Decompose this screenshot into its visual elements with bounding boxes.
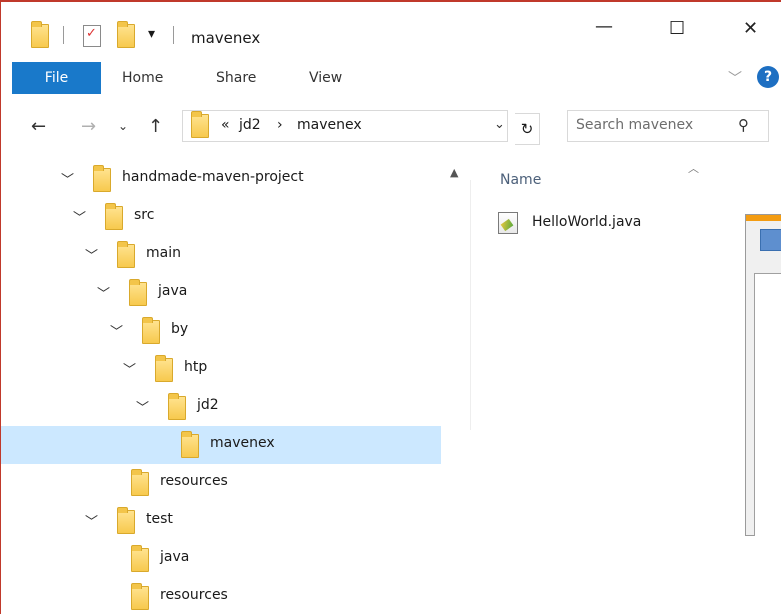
tree-item-java[interactable]: ﹀ java — [1, 274, 441, 312]
tree-item-label: src — [134, 207, 155, 223]
folder-icon — [117, 507, 135, 534]
recent-locations-chevron-icon[interactable]: ⌄ — [118, 119, 128, 133]
folder-icon — [131, 469, 149, 496]
tree-item-test-java[interactable]: java — [1, 540, 441, 578]
tree-item-test[interactable]: ﹀ test — [1, 502, 441, 540]
tree-item-main[interactable]: ﹀ main — [1, 236, 441, 274]
tree-item-resources[interactable]: resources — [1, 464, 441, 502]
expand-ribbon-icon[interactable]: ﹀ — [728, 68, 742, 88]
address-field[interactable]: « jd2 › mavenex — [182, 110, 508, 142]
file-name: HelloWorld.java — [532, 214, 642, 230]
pane-divider[interactable] — [470, 180, 471, 430]
folder-icon — [131, 545, 149, 572]
tab-share[interactable]: Share — [216, 70, 256, 86]
search-input[interactable]: Search mavenex — [576, 117, 693, 133]
preview-window — [745, 214, 781, 536]
expand-chevron-icon[interactable]: ﹀ — [85, 245, 98, 264]
preview-window-body — [754, 273, 781, 536]
tree-item-src[interactable]: ﹀ src — [1, 198, 441, 236]
up-arrow-icon[interactable]: ↑ — [148, 116, 163, 137]
folder-icon — [31, 21, 49, 48]
search-icon[interactable]: ⚲ — [738, 116, 749, 134]
new-folder-icon[interactable] — [117, 21, 135, 48]
forward-arrow-icon[interactable]: → — [81, 116, 96, 137]
folder-icon — [93, 165, 111, 192]
folder-icon — [117, 241, 135, 268]
folder-icon — [191, 111, 209, 138]
expand-chevron-icon[interactable]: ﹀ — [85, 511, 98, 530]
title-bar: ▾ mavenex — ☐ ✕ — [1, 2, 781, 60]
tree-item-label: main — [146, 245, 181, 261]
address-dropdown-icon[interactable]: ⌄ — [494, 117, 505, 132]
sort-ascending-icon: ︿ — [688, 162, 699, 175]
divider — [173, 26, 174, 44]
navigation-pane: ▲ ﹀ handmade-maven-project ﹀ src ﹀ main … — [1, 156, 469, 614]
column-header-name[interactable]: Name — [500, 172, 541, 188]
tree-item-htp[interactable]: ﹀ htp — [1, 350, 441, 388]
tree-item-label: by — [171, 321, 189, 337]
folder-icon — [155, 355, 173, 382]
window-title: mavenex — [191, 29, 261, 47]
tree-item-jd2[interactable]: ﹀ jd2 — [1, 388, 441, 426]
tree-item-label: resources — [160, 587, 228, 603]
tree-item-handmade-maven-project[interactable]: ﹀ handmade-maven-project — [1, 160, 441, 198]
folder-icon — [131, 583, 149, 610]
expand-chevron-icon[interactable]: ﹀ — [73, 207, 86, 226]
expand-chevron-icon[interactable]: ﹀ — [97, 283, 110, 302]
java-file-icon — [498, 212, 518, 234]
folder-icon — [129, 279, 147, 306]
folder-icon — [181, 431, 199, 458]
scroll-up-icon[interactable]: ▲ — [450, 166, 458, 179]
tree-item-label: resources — [160, 473, 228, 489]
preview-window-titlebar — [746, 215, 781, 221]
breadcrumb-separator: › — [277, 117, 283, 133]
tree-item-label: test — [146, 511, 173, 527]
save-icon — [760, 229, 781, 251]
tree-item-test-resources[interactable]: resources — [1, 578, 441, 616]
tab-file[interactable]: File — [12, 62, 101, 94]
ribbon: File Home Share View ﹀ ? — [1, 62, 781, 98]
folder-icon — [105, 203, 123, 230]
folder-icon — [168, 393, 186, 420]
folder-icon — [142, 317, 160, 344]
tree-item-label: mavenex — [210, 435, 275, 451]
navigation-bar: ← → ⌄ ↑ « jd2 › mavenex ⌄ ↻ Search maven… — [1, 100, 781, 152]
tree-item-mavenex[interactable]: mavenex — [1, 426, 441, 464]
tab-view[interactable]: View — [309, 70, 342, 86]
minimize-icon[interactable]: — — [595, 16, 613, 37]
tree-item-label: jd2 — [197, 397, 219, 413]
expand-chevron-icon[interactable]: ﹀ — [123, 359, 136, 378]
breadcrumb-jd2[interactable]: jd2 — [239, 117, 261, 133]
properties-icon[interactable] — [83, 25, 101, 47]
expand-chevron-icon[interactable]: ﹀ — [61, 169, 74, 188]
expand-chevron-icon[interactable]: ﹀ — [136, 397, 149, 416]
tree-item-label: java — [158, 283, 188, 299]
tree-item-label: htp — [184, 359, 208, 375]
quick-access-dropdown[interactable]: ▾ — [148, 26, 155, 42]
breadcrumb-mavenex[interactable]: mavenex — [297, 117, 362, 133]
refresh-icon[interactable]: ↻ — [515, 113, 540, 145]
file-list-pane: ︿ Name HelloWorld.java — [472, 156, 781, 614]
help-icon[interactable]: ? — [757, 66, 779, 88]
close-icon[interactable]: ✕ — [743, 18, 758, 39]
tree-item-label: handmade-maven-project — [122, 169, 304, 185]
divider — [63, 26, 64, 44]
maximize-icon[interactable]: ☐ — [669, 18, 685, 39]
back-arrow-icon[interactable]: ← — [31, 116, 46, 137]
breadcrumb-overflow[interactable]: « — [221, 117, 230, 133]
tree-item-label: java — [160, 549, 190, 565]
expand-chevron-icon[interactable]: ﹀ — [110, 321, 123, 340]
tab-home[interactable]: Home — [122, 70, 163, 86]
search-box[interactable]: Search mavenex ⚲ — [567, 110, 769, 142]
tree-item-by[interactable]: ﹀ by — [1, 312, 441, 350]
